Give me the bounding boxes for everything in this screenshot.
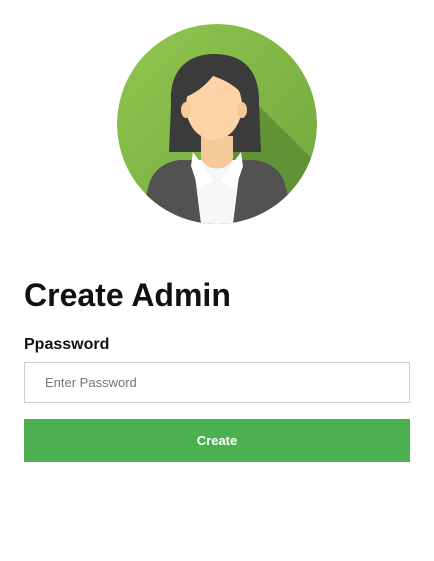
create-button[interactable]: Create	[24, 419, 410, 462]
password-label: Ppassword	[24, 336, 110, 353]
female-admin-avatar-icon	[117, 24, 317, 224]
password-input[interactable]	[24, 362, 410, 403]
create-admin-page: Create Admin Ppassword Create	[0, 0, 434, 561]
avatar	[117, 24, 317, 224]
page-title: Create Admin	[24, 277, 231, 313]
